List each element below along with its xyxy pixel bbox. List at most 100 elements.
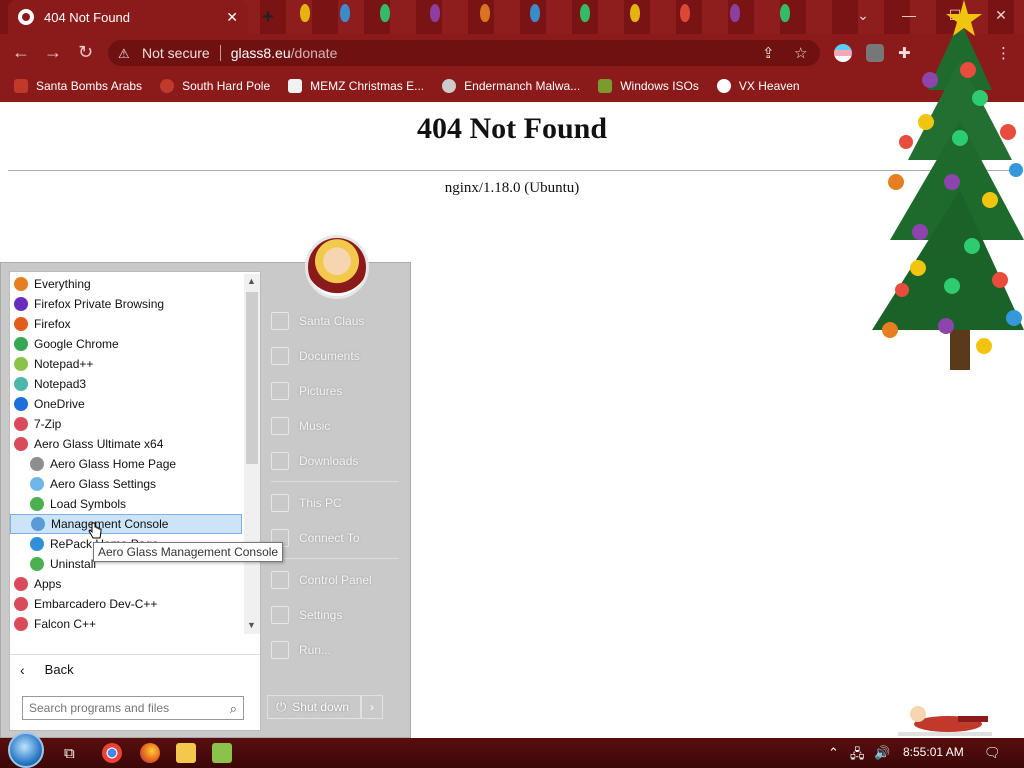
scroll-up-arrow-icon[interactable]: ▲ <box>247 276 256 286</box>
program-list-item[interactable]: OneDrive <box>10 394 242 414</box>
back-arrow-icon[interactable]: ← <box>12 42 30 63</box>
url-host: glass8.eu <box>230 45 291 61</box>
program-label: Aero Glass Home Page <box>50 457 177 471</box>
ie-icon <box>30 537 44 551</box>
start-search-box[interactable]: ⌕ <box>22 696 244 720</box>
share-icon[interactable]: ⇪ <box>762 44 775 62</box>
firefox-icon <box>14 317 28 331</box>
notepadpp-taskbar-icon[interactable] <box>212 743 232 763</box>
program-list-item[interactable]: 7-Zip <box>10 414 242 434</box>
shutdown-button[interactable]: ⏻ Shut down <box>267 695 361 719</box>
bookmark-item[interactable]: Santa Bombs Arabs <box>14 79 142 93</box>
bookmark-item[interactable]: MEMZ Christmas E... <box>288 79 424 93</box>
program-label: Load Symbols <box>50 497 127 511</box>
search-input[interactable] <box>29 701 209 715</box>
right-pane-item[interactable]: Settings <box>263 597 403 632</box>
program-list-item[interactable]: Embarcadero Dev-C++ <box>10 594 242 614</box>
bookmark-item[interactable]: Endermanch Malwa... <box>442 79 580 93</box>
right-pane-item[interactable]: Santa Claus <box>263 303 403 338</box>
new-tab-button[interactable]: + <box>262 6 274 29</box>
program-list-item[interactable]: Management Console <box>10 514 242 534</box>
back-button[interactable]: ‹ Back <box>10 654 260 684</box>
start-menu: Everything Firefox Private Browsing Firefo… <box>0 235 411 738</box>
program-list-item[interactable]: Aero Glass Home Page <box>10 454 242 474</box>
right-pane-item[interactable]: This PC <box>263 485 403 520</box>
program-list-item[interactable]: Load Symbols <box>10 494 242 514</box>
security-label[interactable]: Not secure <box>142 45 210 61</box>
forward-arrow-icon[interactable]: → <box>44 42 62 63</box>
program-list-scrollbar[interactable]: ▲ ▼ <box>244 274 260 634</box>
network-icon[interactable]: 🖧 <box>850 745 865 767</box>
program-label: Google Chrome <box>34 337 119 351</box>
program-list-item[interactable]: Apps <box>10 574 242 594</box>
right-pane-label: Documents <box>299 348 360 363</box>
webpage-icon <box>30 457 44 471</box>
bookmark-favicon-icon <box>14 79 28 93</box>
program-list-item[interactable]: Falcon C++ <box>10 614 242 634</box>
program-list-item[interactable]: Google Chrome <box>10 334 242 354</box>
program-list-item[interactable]: Aero Glass Settings <box>10 474 242 494</box>
search-icon[interactable]: ⌕ <box>230 701 237 717</box>
right-pane-item[interactable]: Pictures <box>263 373 403 408</box>
right-pane-label: Music <box>299 418 331 433</box>
right-pane-separator <box>271 558 399 559</box>
program-label: Notepad++ <box>34 357 94 371</box>
program-list-item[interactable]: Aero Glass Ultimate x64 <box>10 434 242 454</box>
right-pane-item[interactable]: Run... <box>263 632 403 667</box>
symbols-icon <box>30 497 44 511</box>
right-pane-label: Run... <box>299 642 332 657</box>
firefox-taskbar-icon[interactable] <box>140 743 160 763</box>
program-list-item[interactable]: Notepad3 <box>10 374 242 394</box>
right-pane-label: Settings <box>299 607 343 622</box>
shutdown-options-button[interactable]: › <box>361 695 383 719</box>
downloads-icon <box>271 451 289 470</box>
program-label: Aero Glass Settings <box>50 477 157 491</box>
profile-flag-icon[interactable] <box>834 44 852 62</box>
scrollbar-thumb[interactable] <box>246 292 258 464</box>
light-bulb-decoration <box>430 4 440 22</box>
start-orb-button[interactable] <box>8 732 44 768</box>
bookmark-item[interactable]: VX Heaven <box>716 79 800 93</box>
folder-group-icon <box>14 417 28 431</box>
run-icon <box>271 640 289 659</box>
user-avatar[interactable] <box>305 235 369 299</box>
address-bar[interactable]: ⚠ Not secure glass8.eu/donate <box>108 40 820 66</box>
bookmark-favicon-icon <box>442 79 457 93</box>
program-list-item[interactable]: Firefox <box>10 314 242 334</box>
tab-active[interactable]: 404 Not Found ✕ <box>8 0 248 34</box>
light-bulb-decoration <box>780 4 790 22</box>
right-pane-item[interactable]: Music <box>263 408 403 443</box>
notepadpp-icon <box>14 357 28 371</box>
program-list-item[interactable]: Notepad++ <box>10 354 242 374</box>
task-view-icon[interactable]: ⧉ <box>64 745 75 762</box>
tab-close-icon[interactable]: ✕ <box>226 9 238 26</box>
taskbar-clock[interactable]: 8:55:01 AM <box>903 745 964 759</box>
program-label: Embarcadero Dev-C++ <box>34 597 158 611</box>
file-explorer-taskbar-icon[interactable] <box>176 743 196 763</box>
chrome-taskbar-icon[interactable] <box>102 743 122 763</box>
program-label: Apps <box>34 577 62 591</box>
omnibox-divider <box>219 45 221 61</box>
santa-figurine-decoration <box>898 706 992 736</box>
right-pane-label: Downloads <box>299 453 359 468</box>
warning-icon: ⚠ <box>118 46 130 61</box>
reload-icon[interactable]: ↻ <box>78 42 93 63</box>
right-pane-item[interactable]: Downloads <box>263 443 403 478</box>
right-pane-item[interactable]: Documents <box>263 338 403 373</box>
notification-center-icon[interactable]: 🗨 <box>984 745 1001 761</box>
right-pane-item[interactable]: Connect To <box>263 520 403 555</box>
gear-icon <box>271 605 289 624</box>
bookmark-item[interactable]: Windows ISOs <box>598 79 699 93</box>
right-pane-item[interactable]: Control Panel <box>263 562 403 597</box>
program-label: Aero Glass Ultimate x64 <box>34 437 164 451</box>
volume-icon[interactable]: 🔊 <box>874 745 890 761</box>
folder-group-icon <box>14 577 28 591</box>
program-list-item[interactable]: Firefox Private Browsing <box>10 294 242 314</box>
program-list-item[interactable]: Everything <box>10 274 242 294</box>
scroll-down-arrow-icon[interactable]: ▼ <box>247 620 256 630</box>
tooltip: Aero Glass Management Console <box>93 542 284 562</box>
show-hidden-icons-icon[interactable]: ⌃ <box>828 745 839 761</box>
bookmark-item[interactable]: South Hard Pole <box>160 79 270 93</box>
tab-title: 404 Not Found <box>44 9 131 25</box>
bookmark-star-icon[interactable]: ☆ <box>794 44 807 62</box>
